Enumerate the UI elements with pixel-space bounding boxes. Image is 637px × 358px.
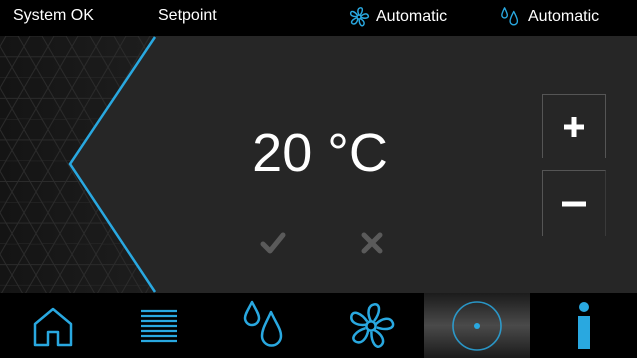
fan-icon [350, 302, 395, 348]
checkmark-icon[interactable] [258, 228, 288, 258]
dial-icon [452, 300, 502, 351]
nav-menu-button[interactable] [106, 293, 212, 358]
info-icon [577, 301, 590, 349]
increase-setpoint-button[interactable] [542, 94, 606, 158]
home-icon [33, 307, 73, 346]
water-drops-icon [501, 7, 519, 26]
setpoint-panel: 20 °C [0, 36, 637, 293]
status-bar: System OK Setpoint Automatic Automatic [0, 0, 637, 36]
system-status-text: System OK [13, 7, 94, 24]
humidity-mode-indicator: Automatic [500, 6, 599, 28]
cross-icon[interactable] [357, 228, 387, 258]
list-icon [141, 309, 177, 342]
plus-icon [564, 116, 584, 137]
nav-setpoint-button[interactable] [424, 293, 530, 358]
nav-humidity-button[interactable] [212, 293, 318, 358]
fan-mode-label: Automatic [376, 8, 448, 25]
decrease-setpoint-button[interactable] [542, 170, 606, 236]
humidity-mode-label: Automatic [528, 8, 600, 25]
minus-icon [562, 201, 586, 206]
screen-title: Setpoint [158, 7, 217, 24]
nav-home-button[interactable] [0, 293, 106, 358]
bottom-navigation [0, 293, 637, 358]
fan-icon [349, 7, 370, 27]
water-drops-icon [243, 300, 283, 347]
thermostat-screen: System OK Setpoint Automatic Automatic 2… [0, 0, 637, 358]
nav-info-button[interactable] [530, 293, 637, 358]
nav-fan-button[interactable] [318, 293, 424, 358]
fan-mode-indicator: Automatic [348, 6, 447, 28]
setpoint-temperature-value: 20 °C [252, 123, 388, 183]
